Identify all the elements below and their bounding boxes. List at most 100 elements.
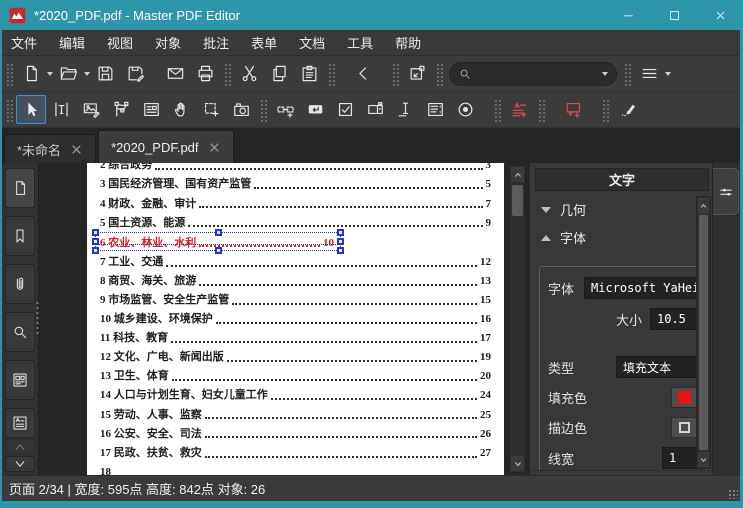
menu-item-1[interactable]: 文件 (0, 30, 48, 55)
toc-entry-3[interactable]: 3 国民经济管理、国有资产监管 5 (100, 173, 491, 192)
sidebar-scroll-up-button[interactable] (5, 439, 35, 455)
selection-handle[interactable] (92, 238, 99, 246)
select-region-tool-button[interactable] (196, 95, 226, 124)
search-dropdown-icon[interactable] (602, 72, 608, 79)
line-width-field[interactable]: 1 (662, 447, 698, 469)
snapshot-tool-button[interactable] (226, 95, 256, 124)
checkbox-field-button[interactable] (330, 95, 360, 124)
scroll-down-button[interactable] (511, 456, 524, 471)
edit-forms-tool-button[interactable] (136, 95, 166, 124)
sidebar-item-search-panel[interactable] (5, 312, 35, 352)
cut-button[interactable] (234, 59, 264, 88)
open-document-button[interactable] (53, 59, 83, 88)
document-scrollbar[interactable] (509, 165, 526, 473)
fill-color-swatch[interactable] (671, 387, 698, 408)
save-as-button[interactable] (120, 59, 150, 88)
toc-entry-9[interactable]: 9 市场监管、安全生产监管 15 (100, 289, 491, 308)
sidebar-item-pages-panel[interactable] (5, 168, 35, 208)
resize-grip[interactable] (728, 489, 738, 499)
panel-scrollbar-thumb[interactable] (699, 215, 708, 450)
toc-entry-6[interactable]: 6 农业、林业、水利 10 (92, 229, 344, 255)
panel-scroll-down-button[interactable] (698, 452, 709, 467)
main-menu-dropdown-icon[interactable] (665, 72, 671, 79)
combobox-field-button[interactable] (360, 95, 390, 124)
font-name-field[interactable]: Microsoft YaHei (584, 277, 698, 299)
selection-handle[interactable] (92, 229, 99, 237)
toc-entry-17[interactable]: 17 民政、扶贫、救灾 27 (100, 441, 491, 460)
menu-item-9[interactable]: 帮助 (384, 30, 432, 55)
menu-item-7[interactable]: 文档 (288, 30, 336, 55)
highlighter-tool-button[interactable] (612, 95, 642, 124)
sidebar-item-bookmarks-panel[interactable] (5, 216, 35, 256)
new-document-button[interactable] (16, 59, 46, 88)
document-tab-1[interactable]: *未命名 (4, 134, 97, 163)
toc-entry-2[interactable]: 2 综合政务 3 (100, 163, 491, 173)
sidebar-scroll-down-button[interactable] (5, 456, 35, 472)
menu-item-2[interactable]: 编辑 (48, 30, 96, 55)
scroll-up-button[interactable] (511, 167, 524, 182)
paste-button[interactable] (294, 59, 324, 88)
toc-entry-13[interactable]: 13 卫生、体育 20 (100, 365, 491, 384)
panel-scroll-up-button[interactable] (698, 198, 709, 213)
add-text-annotation-button[interactable] (504, 95, 534, 124)
stroke-color-swatch[interactable] (671, 417, 698, 438)
toc-entry-18[interactable]: 18 (100, 461, 491, 475)
selection-handle[interactable] (214, 229, 222, 237)
push-button-field-button[interactable] (300, 95, 330, 124)
tab-close-icon[interactable] (70, 143, 83, 156)
toc-entry-8[interactable]: 8 商贸、海关、旅游 13 (100, 270, 491, 289)
menu-item-5[interactable]: 批注 (192, 30, 240, 55)
menu-item-8[interactable]: 工具 (336, 30, 384, 55)
menu-item-6[interactable]: 表单 (240, 30, 288, 55)
maximize-button[interactable] (651, 0, 697, 30)
print-button[interactable] (190, 59, 220, 88)
toc-entry-12[interactable]: 12 文化、广电、新闻出版 19 (100, 346, 491, 365)
edit-path-tool-button[interactable] (106, 95, 136, 124)
font-size-field[interactable]: 10.5 (650, 308, 698, 330)
selection-handle[interactable] (92, 247, 99, 255)
toc-entry-15[interactable]: 15 劳动、人事、监察 25 (100, 403, 491, 422)
sidebar-item-annotations-panel[interactable] (5, 408, 35, 438)
document-tab-2[interactable]: *2020_PDF.pdf (98, 130, 234, 163)
hand-tool-button[interactable] (166, 95, 196, 124)
menu-item-4[interactable]: 对象 (144, 30, 192, 55)
close-button[interactable] (697, 0, 743, 30)
toc-entry-14[interactable]: 14 人口与计划生育、妇女儿童工作 24 (100, 384, 491, 403)
selection-handle[interactable] (337, 229, 344, 237)
sidebar-item-attachments-panel[interactable] (5, 264, 35, 304)
close-icon (716, 11, 724, 19)
panel-scrollbar[interactable] (696, 196, 711, 469)
section-geometry[interactable]: 几何 (530, 191, 713, 219)
email-button[interactable] (160, 59, 190, 88)
search-input[interactable] (472, 66, 601, 81)
add-callout-annotation-button[interactable] (558, 95, 588, 124)
minimize-button[interactable] (605, 0, 651, 30)
object-properties-tab[interactable] (713, 168, 739, 215)
sidebar-item-form-fields-panel[interactable] (5, 360, 35, 400)
section-font[interactable]: 字体 (530, 219, 713, 247)
edit-image-tool-button[interactable] (76, 95, 106, 124)
edit-text-tool-button[interactable] (46, 95, 76, 124)
toc-entry-16[interactable]: 16 公安、安全、司法 26 (100, 422, 491, 441)
radio-button-field-button[interactable] (450, 95, 480, 124)
listbox-field-button[interactable] (420, 95, 450, 124)
toc-entry-5[interactable]: 5 国土资源、能源 9 (100, 211, 491, 230)
save-button[interactable] (90, 59, 120, 88)
capture-area-button[interactable] (402, 59, 432, 88)
pdf-page[interactable]: 2 综合政务 3 3 国民经济管理、国有资产监管 5 4 财政、金融、审计 7 5 国土资源… (87, 163, 504, 475)
toc-entry-11[interactable]: 11 科技、教育 17 (100, 327, 491, 346)
selection-handle[interactable] (337, 238, 344, 246)
copy-button[interactable] (264, 59, 294, 88)
tab-close-icon[interactable] (208, 141, 221, 154)
toc-entry-10[interactable]: 10 城乡建设、环境保护 16 (100, 308, 491, 327)
main-menu-button[interactable] (634, 59, 664, 88)
scrollbar-thumb[interactable] (512, 185, 523, 216)
text-field-button[interactable] (390, 95, 420, 124)
toc-entry-4[interactable]: 4 财政、金融、审计 7 (100, 192, 491, 211)
text-type-dropdown[interactable]: 填充文本 (616, 356, 698, 378)
menu-item-3[interactable]: 视图 (96, 30, 144, 55)
select-tool-button[interactable] (16, 95, 46, 124)
link-tool-button[interactable] (270, 95, 300, 124)
toc-entry-7[interactable]: 7 工业、交通 12 (100, 250, 491, 269)
undo-button[interactable] (348, 59, 378, 88)
